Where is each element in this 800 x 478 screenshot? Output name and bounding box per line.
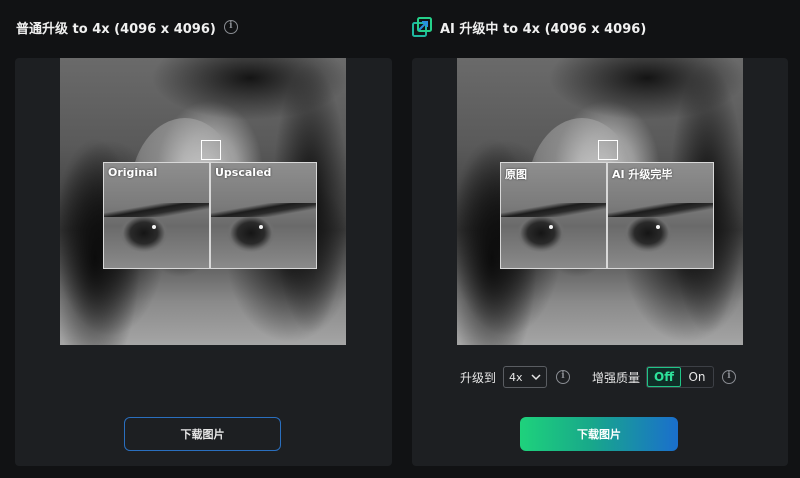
standard-upscale-panel: Original Upscaled 下载图片: [15, 58, 392, 466]
portrait-image: 原图 AI 升级完毕: [457, 58, 743, 345]
zoom-original-label: 原图: [505, 168, 527, 181]
toggle-on-option[interactable]: On: [681, 367, 713, 387]
enhance-quality-label: 增强质量: [592, 371, 641, 385]
zoom-selection-box[interactable]: [201, 140, 221, 160]
chevron-down-icon: [531, 374, 541, 381]
info-icon[interactable]: i: [223, 20, 238, 34]
info-icon[interactable]: i: [722, 370, 736, 384]
zoom-original-label: Original: [108, 166, 158, 179]
left-panel-header: 普通升级 to 4x (4096 x 4096) i: [16, 16, 238, 38]
zoom-original: Original: [103, 162, 210, 269]
info-icon[interactable]: i: [556, 370, 570, 384]
zoom-ai-upscaled-label: AI 升级完毕: [612, 168, 673, 181]
zoom-upscaled: Upscaled: [210, 162, 317, 269]
right-panel-header: AI 升级中 to 4x (4096 x 4096): [412, 16, 646, 38]
left-panel-title: 普通升级 to 4x (4096 x 4096): [16, 21, 216, 37]
toggle-off-option[interactable]: Off: [647, 367, 681, 387]
ai-upscale-icon: [412, 17, 432, 37]
zoom-upscaled-label: Upscaled: [215, 166, 272, 179]
enhance-quality-toggle[interactable]: Off On: [646, 366, 714, 388]
zoom-original: 原图: [500, 162, 607, 269]
upscale-factor-value: 4x: [509, 370, 523, 384]
download-button[interactable]: 下载图片: [520, 417, 678, 451]
download-button[interactable]: 下载图片: [124, 417, 281, 451]
ai-upscale-panel: 原图 AI 升级完毕 升级到 4x i 增强质量 Off On i 下载图片: [412, 58, 788, 466]
right-panel-title: AI 升级中 to 4x (4096 x 4096): [440, 21, 647, 37]
zoom-selection-box[interactable]: [598, 140, 618, 160]
upscale-factor-select[interactable]: 4x: [503, 366, 547, 388]
upscale-to-label: 升级到: [460, 371, 497, 385]
upscale-controls: 升级到 4x i 增强质量 Off On i: [412, 364, 788, 390]
zoom-ai-upscaled: AI 升级完毕: [607, 162, 714, 269]
portrait-image: Original Upscaled: [60, 58, 346, 345]
